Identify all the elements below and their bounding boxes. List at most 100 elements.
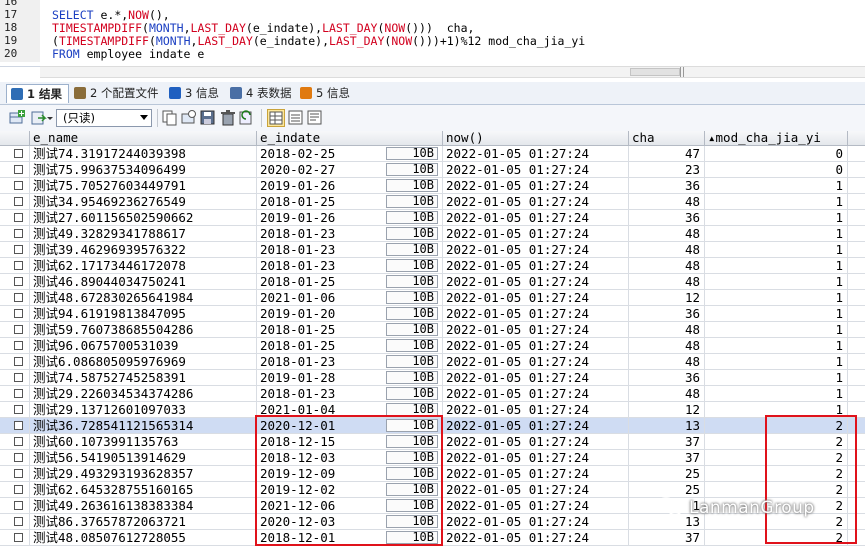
cell-e-name[interactable]: 测试60.1073991135763 <box>30 434 257 450</box>
row-checkbox[interactable] <box>14 453 23 462</box>
row-selector[interactable] <box>0 178 30 194</box>
cell-mod-cha-jia-yi[interactable]: 1 <box>705 290 848 306</box>
blob-size-badge[interactable]: 10B <box>386 163 438 176</box>
cell-e-name[interactable]: 测试29.493293193628357 <box>30 466 257 482</box>
table-row[interactable]: 测试94.61919813847095 2019-01-20 2022-01-05 … <box>0 306 865 322</box>
cell-cha[interactable]: 48 <box>629 338 705 354</box>
cell-now[interactable]: 2022-01-05 01:27:24 <box>443 290 629 306</box>
cell-mod-cha-jia-yi[interactable]: 2 <box>705 450 848 466</box>
table-row[interactable]: 测试49.32829341788617 2018-01-23 2022-01-05 … <box>0 226 865 242</box>
row-selector[interactable] <box>0 242 30 258</box>
cell-now[interactable]: 2022-01-05 01:27:24 <box>443 194 629 210</box>
row-selector[interactable] <box>0 530 30 546</box>
row-selector[interactable] <box>0 354 30 370</box>
cell-now[interactable]: 2022-01-05 01:27:24 <box>443 146 629 162</box>
cell-cha[interactable]: 36 <box>629 210 705 226</box>
row-selector-header[interactable] <box>0 131 30 146</box>
row-selector[interactable] <box>0 290 30 306</box>
cell-cha[interactable]: 36 <box>629 370 705 386</box>
row-checkbox[interactable] <box>14 485 23 494</box>
cell-e-name[interactable]: 测试49.32829341788617 <box>30 226 257 242</box>
row-checkbox[interactable] <box>14 181 23 190</box>
cell-mod-cha-jia-yi[interactable]: 1 <box>705 178 848 194</box>
cell-now[interactable]: 2022-01-05 01:27:24 <box>443 354 629 370</box>
row-checkbox[interactable] <box>14 245 23 254</box>
cell-mod-cha-jia-yi[interactable]: 0 <box>705 146 848 162</box>
cell-now[interactable]: 2022-01-05 01:27:24 <box>443 386 629 402</box>
cell-now[interactable]: 2022-01-05 01:27:24 <box>443 178 629 194</box>
cell-e-name[interactable]: 测试86.37657872063721 <box>30 514 257 530</box>
cell-now[interactable]: 2022-01-05 01:27:24 <box>443 434 629 450</box>
delete-row-icon[interactable] <box>219 109 237 127</box>
cell-now[interactable]: 2022-01-05 01:27:24 <box>443 402 629 418</box>
blob-size-badge[interactable]: 10B <box>386 259 438 272</box>
tab-4[interactable]: 4 表数据 <box>226 84 297 103</box>
row-selector[interactable] <box>0 146 30 162</box>
cell-now[interactable]: 2022-01-05 01:27:24 <box>443 514 629 530</box>
cell-cha[interactable]: 48 <box>629 194 705 210</box>
blob-size-badge[interactable]: 10B <box>386 387 438 400</box>
cell-now[interactable]: 2022-01-05 01:27:24 <box>443 322 629 338</box>
table-row[interactable]: 测试48.08507612728055 2018-12-01 2022-01-05 … <box>0 530 865 546</box>
cell-cha[interactable]: 48 <box>629 258 705 274</box>
table-row[interactable]: 测试62.17173446172078 2018-01-23 2022-01-05 … <box>0 258 865 274</box>
blob-size-badge[interactable]: 10B <box>386 323 438 336</box>
cell-now[interactable]: 2022-01-05 01:27:24 <box>443 210 629 226</box>
cell-e-name[interactable]: 测试29.226034534374286 <box>30 386 257 402</box>
blob-size-badge[interactable]: 10B <box>386 531 438 544</box>
blob-size-badge[interactable]: 10B <box>386 403 438 416</box>
table-row[interactable]: 测试39.46296939576322 2018-01-23 2022-01-05 … <box>0 242 865 258</box>
row-checkbox[interactable] <box>14 389 23 398</box>
cell-now[interactable]: 2022-01-05 01:27:24 <box>443 466 629 482</box>
cell-now[interactable]: 2022-01-05 01:27:24 <box>443 370 629 386</box>
row-checkbox[interactable] <box>14 405 23 414</box>
cell-now[interactable]: 2022-01-05 01:27:24 <box>443 258 629 274</box>
cell-cha[interactable]: 47 <box>629 146 705 162</box>
cell-mod-cha-jia-yi[interactable]: 2 <box>705 466 848 482</box>
row-checkbox[interactable] <box>14 357 23 366</box>
cell-mod-cha-jia-yi[interactable]: 1 <box>705 242 848 258</box>
scrollbar-thumb[interactable] <box>630 68 680 76</box>
cell-e-name[interactable]: 测试59.760738685504286 <box>30 322 257 338</box>
cell-mod-cha-jia-yi[interactable]: 2 <box>705 530 848 546</box>
blob-size-badge[interactable]: 10B <box>386 307 438 320</box>
cell-now[interactable]: 2022-01-05 01:27:24 <box>443 226 629 242</box>
refresh-icon[interactable] <box>238 109 256 127</box>
row-selector[interactable] <box>0 162 30 178</box>
tab-1[interactable]: 1 结果 <box>6 84 70 103</box>
cell-cha[interactable]: 48 <box>629 274 705 290</box>
row-selector[interactable] <box>0 498 30 514</box>
row-checkbox[interactable] <box>14 325 23 334</box>
cell-e-name[interactable]: 测试96.0675700531039 <box>30 338 257 354</box>
column-header-mod-cha-jia-yi[interactable]: ▴mod_cha_jia_yi <box>705 131 848 146</box>
cell-e-name[interactable]: 测试74.31917244039398 <box>30 146 257 162</box>
cell-e-name[interactable]: 测试6.086805095976969 <box>30 354 257 370</box>
cell-cha[interactable]: 23 <box>629 162 705 178</box>
table-row[interactable]: 测试34.95469236276549 2018-01-25 2022-01-05 … <box>0 194 865 210</box>
cell-cha[interactable]: 36 <box>629 306 705 322</box>
cell-now[interactable]: 2022-01-05 01:27:24 <box>443 338 629 354</box>
row-selector[interactable] <box>0 418 30 434</box>
cell-now[interactable]: 2022-01-05 01:27:24 <box>443 498 629 514</box>
cell-e-name[interactable]: 测试62.645328755160165 <box>30 482 257 498</box>
row-selector[interactable] <box>0 226 30 242</box>
grid-view-icon[interactable] <box>267 109 285 127</box>
cell-mod-cha-jia-yi[interactable]: 1 <box>705 370 848 386</box>
row-selector[interactable] <box>0 194 30 210</box>
blob-size-badge[interactable]: 10B <box>386 451 438 464</box>
cell-e-name[interactable]: 测试39.46296939576322 <box>30 242 257 258</box>
row-checkbox[interactable] <box>14 277 23 286</box>
row-checkbox[interactable] <box>14 165 23 174</box>
cell-now[interactable]: 2022-01-05 01:27:24 <box>443 306 629 322</box>
cell-mod-cha-jia-yi[interactable]: 1 <box>705 274 848 290</box>
readonly-mode-select[interactable]: (只读) <box>56 109 152 127</box>
row-selector[interactable] <box>0 482 30 498</box>
tab-5[interactable]: 5 信息 <box>296 84 356 103</box>
cell-cha[interactable]: 48 <box>629 242 705 258</box>
save-icon[interactable] <box>199 109 217 127</box>
cell-e-name[interactable]: 测试34.95469236276549 <box>30 194 257 210</box>
row-checkbox[interactable] <box>14 293 23 302</box>
cell-cha[interactable]: 25 <box>629 466 705 482</box>
cell-cha[interactable]: 37 <box>629 530 705 546</box>
text-view-icon[interactable] <box>306 109 324 127</box>
